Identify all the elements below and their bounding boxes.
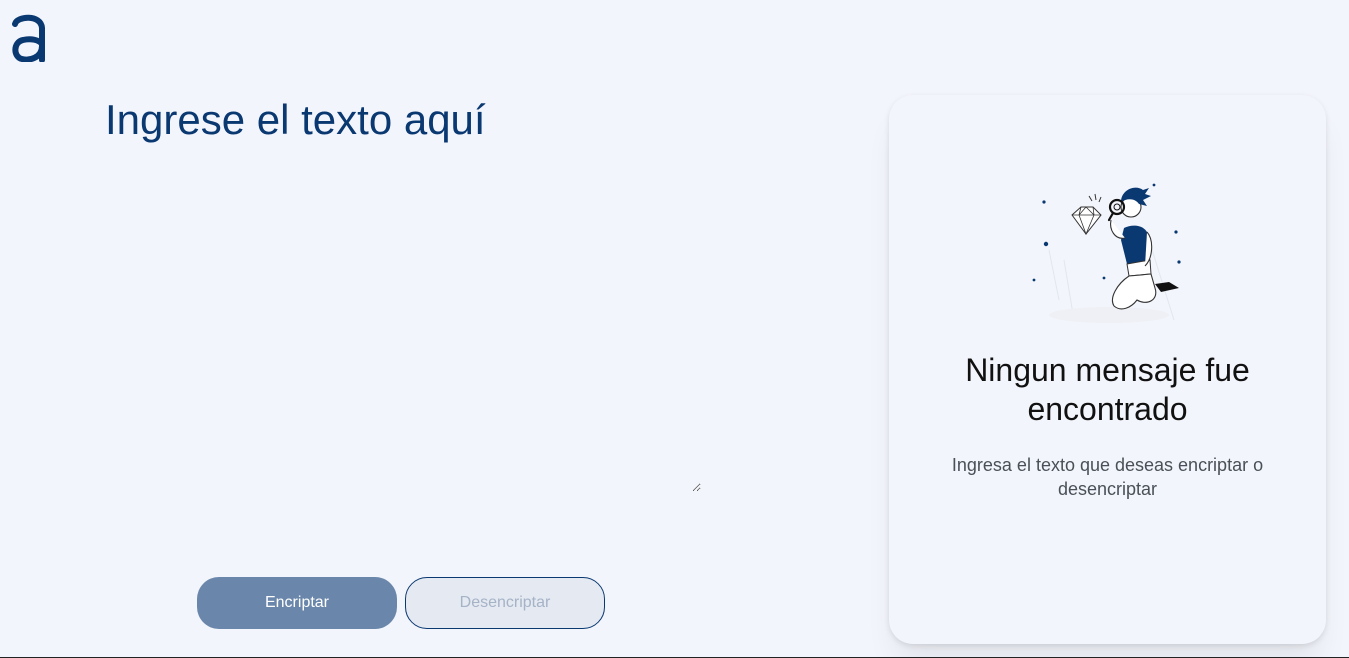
message-input[interactable] [105,96,701,492]
empty-state-title: Ningun mensaje fue encontrado [965,352,1250,427]
logo-icon [12,14,45,62]
person-with-magnifier-illustration [1032,183,1181,323]
encrypt-button[interactable]: Encriptar [197,577,397,629]
result-panel: Ningun mensaje fue encontrado Ingresa el… [889,95,1326,644]
empty-state-subtitle: Ingresa el texto que deseas encriptar o … [951,455,1264,499]
decrypt-button[interactable]: Desencriptar [405,577,605,629]
